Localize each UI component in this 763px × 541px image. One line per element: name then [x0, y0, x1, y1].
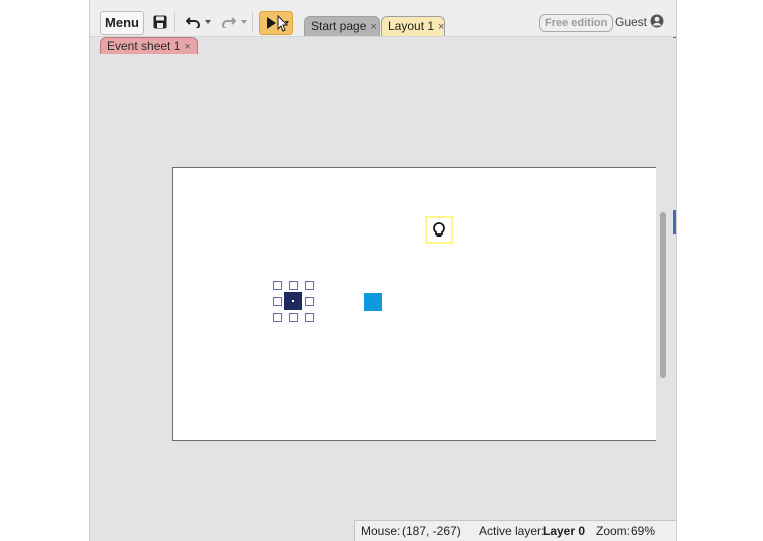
user-circle-icon[interactable] [650, 14, 664, 28]
zoom-label: Zoom: [596, 524, 631, 538]
blue-sprite[interactable] [364, 293, 382, 311]
resize-handle[interactable] [273, 313, 282, 322]
light-object[interactable] [425, 216, 453, 244]
layout-area[interactable] [172, 167, 656, 441]
resize-handle[interactable] [305, 297, 314, 306]
menu-button[interactable]: Menu [100, 11, 144, 35]
resize-handle[interactable] [305, 313, 314, 322]
redo-icon[interactable] [220, 12, 236, 32]
vertical-scrollbar[interactable] [658, 54, 670, 521]
lightbulb-icon [433, 222, 445, 237]
construct-editor-window: Menu Start page × Layout 1 × Free editio… [89, 0, 677, 541]
tab-label: Layout 1 [388, 19, 435, 33]
resize-handle[interactable] [273, 297, 282, 306]
tab-layout-1[interactable]: Layout 1 × [381, 16, 445, 36]
scrollbar-thumb[interactable] [660, 212, 666, 378]
layout-view[interactable] [90, 54, 656, 521]
active-layer-value[interactable]: Layer 0 [543, 521, 585, 541]
tab-event-sheet-1[interactable]: Event sheet 1 × [100, 37, 198, 55]
close-icon[interactable]: × [184, 41, 190, 53]
toolbar-separator [252, 12, 253, 32]
resize-handle[interactable] [305, 281, 314, 290]
mouse-coordinates: (187, -267) [402, 524, 461, 538]
sprite-origin-point [292, 300, 294, 302]
tab-start-page[interactable]: Start page × [304, 16, 380, 36]
undo-dropdown-chevron-icon[interactable] [204, 12, 212, 32]
user-name[interactable]: Guest [615, 15, 647, 29]
toolbar-separator [174, 12, 175, 32]
tab-label: Start page [311, 19, 367, 33]
resize-handle[interactable] [273, 281, 282, 290]
mouse-label: Mouse: [361, 524, 401, 538]
status-bar: Mouse: (187, -267) Active layer: Layer 0… [354, 520, 676, 541]
resize-handle[interactable] [289, 313, 298, 322]
free-edition-badge[interactable]: Free edition [539, 14, 614, 32]
zoom-value: 69% [631, 524, 656, 538]
main-toolbar: Menu Start page × Layout 1 × Free editio… [90, 0, 676, 37]
close-icon[interactable]: × [438, 21, 444, 33]
selected-sprite[interactable] [284, 292, 302, 310]
redo-dropdown-chevron-icon[interactable] [240, 12, 248, 32]
play-icon [267, 14, 289, 32]
preview-play-button[interactable] [259, 11, 293, 35]
active-layer-label: Active layer: [479, 524, 545, 538]
undo-icon[interactable] [185, 12, 201, 32]
tab-label: Event sheet 1 [107, 39, 181, 53]
window-edge-accent [673, 210, 676, 234]
resize-handle[interactable] [289, 281, 298, 290]
close-icon[interactable]: × [370, 21, 376, 33]
save-icon[interactable] [151, 12, 169, 32]
